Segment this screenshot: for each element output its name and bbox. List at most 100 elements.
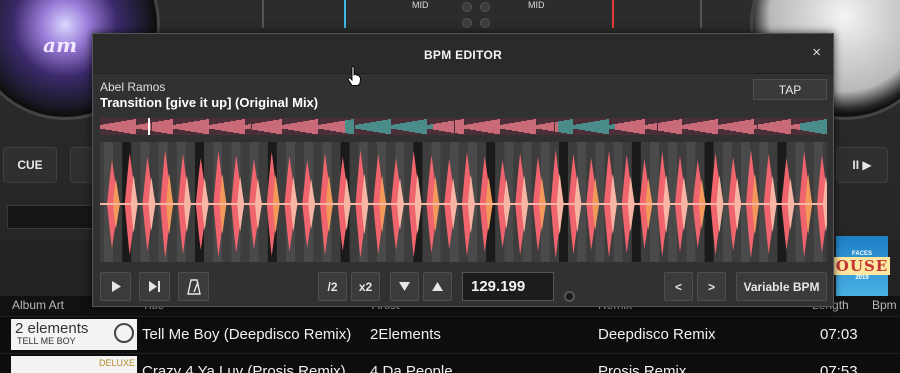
overview-bar [272, 120, 276, 133]
column-header-bpm[interactable]: Bpm [872, 298, 897, 312]
bpm-down-button[interactable] [390, 272, 419, 301]
overview-bar [518, 121, 522, 132]
row-remix: Deepdisco Remix [598, 326, 716, 343]
overview-bar [472, 123, 476, 130]
bpm-up-button[interactable] [423, 272, 452, 301]
mixer-dot[interactable] [462, 2, 472, 12]
overview-bar [299, 121, 303, 132]
overview-bar [633, 120, 637, 133]
overview-bar [206, 119, 210, 134]
overview-bar [460, 119, 464, 134]
metronome-button[interactable] [178, 272, 209, 301]
next-marker-button[interactable]: > [697, 272, 726, 301]
overview-bar [196, 120, 200, 133]
overview-bar [539, 124, 543, 129]
overview-bar [645, 124, 649, 129]
overview-bar [651, 123, 655, 130]
column-header-album-art[interactable]: Album Art [12, 298, 64, 312]
overview-bar [424, 119, 428, 134]
mixer-dot[interactable] [480, 18, 490, 28]
overview-bar [227, 121, 231, 132]
overview-bar [275, 119, 279, 134]
double-bpm-button[interactable]: x2 [351, 272, 380, 301]
overview-bar [309, 120, 313, 133]
overview-bar [590, 121, 594, 132]
overview-bar [581, 123, 585, 130]
tap-button[interactable]: TAP [753, 79, 827, 100]
table-row[interactable]: 2 elements TELL ME BOY Tell Me Boy (Deep… [0, 316, 900, 353]
overview-bar [687, 123, 691, 130]
right-deck-album-art: FACES OUSE 2019 [833, 236, 891, 296]
bpm-value-field[interactable]: 129.199 [462, 272, 554, 301]
table-row[interactable]: DELUXE Crazy 4 Ya Luv (Prosis Remix) 4 D… [0, 353, 900, 373]
overview-bar [478, 122, 482, 131]
overview-bar [793, 124, 797, 129]
overview-bar [281, 124, 285, 129]
overview-bar [499, 124, 503, 129]
variable-bpm-button[interactable]: Variable BPM [736, 272, 827, 301]
overview-bar [669, 120, 673, 133]
overview-bar [166, 119, 170, 134]
skip-end-button[interactable] [139, 272, 170, 301]
play-button[interactable] [100, 272, 131, 301]
overview-bar [824, 119, 827, 134]
overview-bar [684, 124, 688, 129]
overview-bar [696, 122, 700, 131]
waveform-overview[interactable] [100, 118, 827, 135]
right-fader-track[interactable] [700, 0, 702, 28]
overview-bar [169, 119, 173, 134]
bpm-fine-knob[interactable] [564, 291, 575, 302]
overview-bar [130, 119, 134, 134]
overview-bar [612, 124, 616, 129]
mixer-dot[interactable] [462, 18, 472, 28]
overview-bar [439, 122, 443, 131]
overview-position-cursor[interactable] [148, 118, 150, 135]
half-bpm-button[interactable]: /2 [318, 272, 347, 301]
overview-bar [815, 120, 819, 133]
overview-bar [415, 120, 419, 133]
overview-bar [339, 121, 343, 132]
overview-bar [566, 119, 570, 134]
overview-bar [775, 121, 779, 132]
overview-bar [199, 120, 203, 133]
overview-bar [287, 123, 291, 130]
overview-bar [296, 122, 300, 131]
album-art-year: 2019 [855, 275, 869, 281]
overview-bar [203, 119, 207, 134]
overview-bar [636, 120, 640, 133]
mid-knob-label-right: MID [528, 0, 545, 10]
left-platter-art-text: am [43, 33, 78, 57]
overview-bar [569, 119, 573, 134]
row-title: Crazy 4 Ya Luv (Prosis Remix) [142, 363, 346, 373]
overview-bar [745, 120, 749, 133]
overview-bar [251, 123, 255, 130]
browser-search-field[interactable] [7, 205, 97, 229]
close-icon[interactable]: × [812, 45, 821, 60]
previous-marker-button[interactable]: < [664, 272, 693, 301]
overview-bar [336, 121, 340, 132]
overview-bar [151, 122, 155, 131]
overview-bar [733, 122, 737, 131]
overview-bar [781, 120, 785, 133]
left-fader-track[interactable] [262, 0, 264, 28]
overview-bar [363, 123, 367, 130]
overview-bar [100, 124, 103, 129]
overview-bar [293, 122, 297, 131]
overview-bar [681, 124, 685, 129]
cue-button[interactable]: CUE [3, 147, 57, 183]
overview-bar [303, 121, 306, 132]
dialog-titlebar[interactable]: BPM EDITOR × [93, 34, 833, 74]
play-pause-button[interactable]: II ▶ [836, 147, 888, 183]
overview-bar [515, 122, 519, 131]
overview-bar [760, 123, 764, 130]
mixer-dot[interactable] [480, 2, 490, 12]
overview-bar [178, 123, 182, 130]
overview-bar [778, 120, 782, 133]
waveform-zoomed[interactable] [100, 142, 827, 262]
overview-bar [630, 121, 634, 132]
overview-bar [772, 121, 776, 132]
overview-bar [712, 119, 716, 134]
overview-bar [463, 124, 467, 129]
overview-bar [112, 122, 116, 131]
overview-bar [821, 119, 825, 134]
